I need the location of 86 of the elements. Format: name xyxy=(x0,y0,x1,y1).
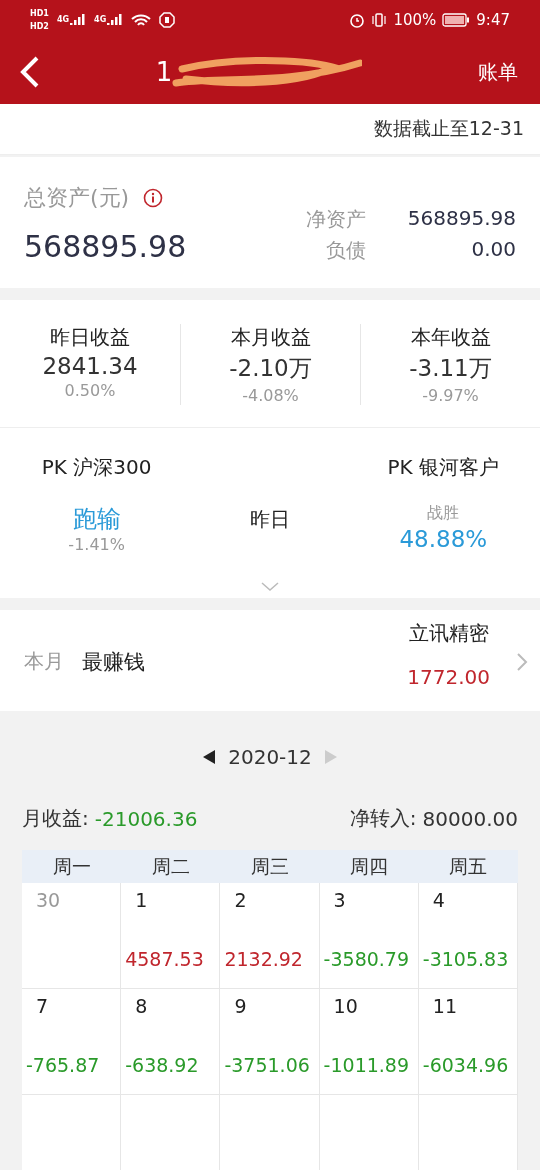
earning-percent: -9.97% xyxy=(422,386,479,405)
pk-title: PK 沪深300 xyxy=(41,454,152,481)
day-profit: -3580.79 xyxy=(323,948,411,970)
day-number: 8 xyxy=(135,995,149,1017)
battery-level: 100% xyxy=(393,11,437,29)
asset-label: 负债 xyxy=(325,237,366,264)
vibrate-icon xyxy=(371,12,388,28)
page-title: 1 xyxy=(155,57,173,87)
chevron-down-icon xyxy=(261,582,279,592)
stock-profit: 1772.00 xyxy=(407,665,490,689)
day-number: 30 xyxy=(36,889,62,911)
pk-detail: -1.41% xyxy=(68,535,125,554)
network-label: 4G xyxy=(56,16,70,24)
stock-name: 立讯精密 xyxy=(408,620,489,647)
earning-label: 昨日收益 xyxy=(50,324,130,351)
hand-icon xyxy=(159,12,176,28)
weekday-header: 周四 xyxy=(319,850,419,883)
calendar-day[interactable]: 11 -6034.96 xyxy=(418,989,518,1095)
data-date: 数据截止至12-31 xyxy=(373,117,524,139)
pk-period: 昨日 xyxy=(250,505,290,533)
asset-value: 568895.98 xyxy=(406,206,516,232)
calendar-day[interactable]: 10 -1011.89 xyxy=(319,989,419,1095)
calendar-day[interactable]: 2 2132.92 xyxy=(220,883,320,989)
day-number: 10 xyxy=(333,995,359,1017)
summary-value: -21006.36 xyxy=(94,806,198,831)
calendar-day[interactable]: 9 -3751.06 xyxy=(220,989,320,1095)
bill-button[interactable]: 账单 xyxy=(478,58,518,86)
total-assets-value: 568895.98 xyxy=(24,229,187,264)
earning-label: 本年收益 xyxy=(410,324,491,351)
day-profit: -3105.83 xyxy=(422,948,510,970)
network-label: 4G xyxy=(94,16,107,24)
sim-label: HD1 xyxy=(30,9,49,18)
pk-detail: 48.88% xyxy=(399,526,488,552)
day-number: 7 xyxy=(36,995,50,1017)
day-profit: -1011.89 xyxy=(323,1054,411,1076)
day-profit: 4587.53 xyxy=(125,948,205,970)
weekday-header: 周二 xyxy=(121,850,221,883)
alarm-icon xyxy=(349,12,366,28)
weekday-header: 周三 xyxy=(220,850,320,883)
calendar-day[interactable]: 1 4587.53 xyxy=(121,883,221,989)
month-label: 2020-12 xyxy=(228,745,312,769)
day-profit: 2132.92 xyxy=(224,948,304,970)
calendar-day[interactable]: 7 -765.87 xyxy=(22,989,122,1095)
summary-label: 月收益: xyxy=(22,805,89,832)
period-label: 本月 xyxy=(24,648,64,675)
day-profit: -765.87 xyxy=(26,1054,101,1076)
sim-label: HD2 xyxy=(30,22,49,31)
earning-value: 2841.34 xyxy=(42,353,138,379)
pk-result: 跑输 xyxy=(72,504,121,535)
calendar-day[interactable]: 8 -638.92 xyxy=(121,989,221,1095)
weekday-header: 周五 xyxy=(418,850,518,883)
earning-percent: -4.08% xyxy=(242,386,299,405)
signal-icon xyxy=(107,13,124,27)
asset-label: 净资产 xyxy=(306,206,366,233)
day-number: 3 xyxy=(333,889,347,911)
day-profit: -6034.96 xyxy=(422,1054,510,1076)
clock: 9:47 xyxy=(476,11,510,29)
day-profit: -638.92 xyxy=(125,1054,200,1076)
day-number: 1 xyxy=(135,889,149,911)
battery-icon xyxy=(442,13,471,27)
earning-percent: 0.50% xyxy=(64,381,116,400)
day-number: 11 xyxy=(432,995,458,1017)
earning-label: 本月收益 xyxy=(230,324,311,351)
next-month-icon xyxy=(323,749,338,765)
wifi-icon xyxy=(131,13,152,27)
earning-value: -2.10万 xyxy=(229,354,312,383)
info-icon xyxy=(143,188,164,208)
day-number: 9 xyxy=(234,995,248,1017)
weekday-header: 周一 xyxy=(22,850,122,883)
calendar-day[interactable]: 4 -3105.83 xyxy=(418,883,518,989)
total-assets-label: 总资产(元) xyxy=(24,184,130,212)
prev-month-icon xyxy=(202,749,217,765)
best-label: 最赚钱 xyxy=(82,648,145,676)
pk-result: 战胜 xyxy=(427,503,460,524)
day-number: 2 xyxy=(234,889,248,911)
back-icon xyxy=(20,56,40,88)
summary-value: 80000.00 xyxy=(422,806,518,831)
day-profit: -3751.06 xyxy=(224,1054,311,1076)
pk-title: PK 银河客户 xyxy=(387,454,500,481)
chevron-right-icon xyxy=(516,651,528,672)
asset-value: 0.00 xyxy=(470,237,516,263)
signal-icon xyxy=(70,13,87,27)
day-number: 4 xyxy=(432,889,446,911)
summary-label: 净转入: xyxy=(349,805,417,832)
calendar-day[interactable]: 3 -3580.79 xyxy=(319,883,419,989)
earning-value: -3.11万 xyxy=(409,354,492,383)
